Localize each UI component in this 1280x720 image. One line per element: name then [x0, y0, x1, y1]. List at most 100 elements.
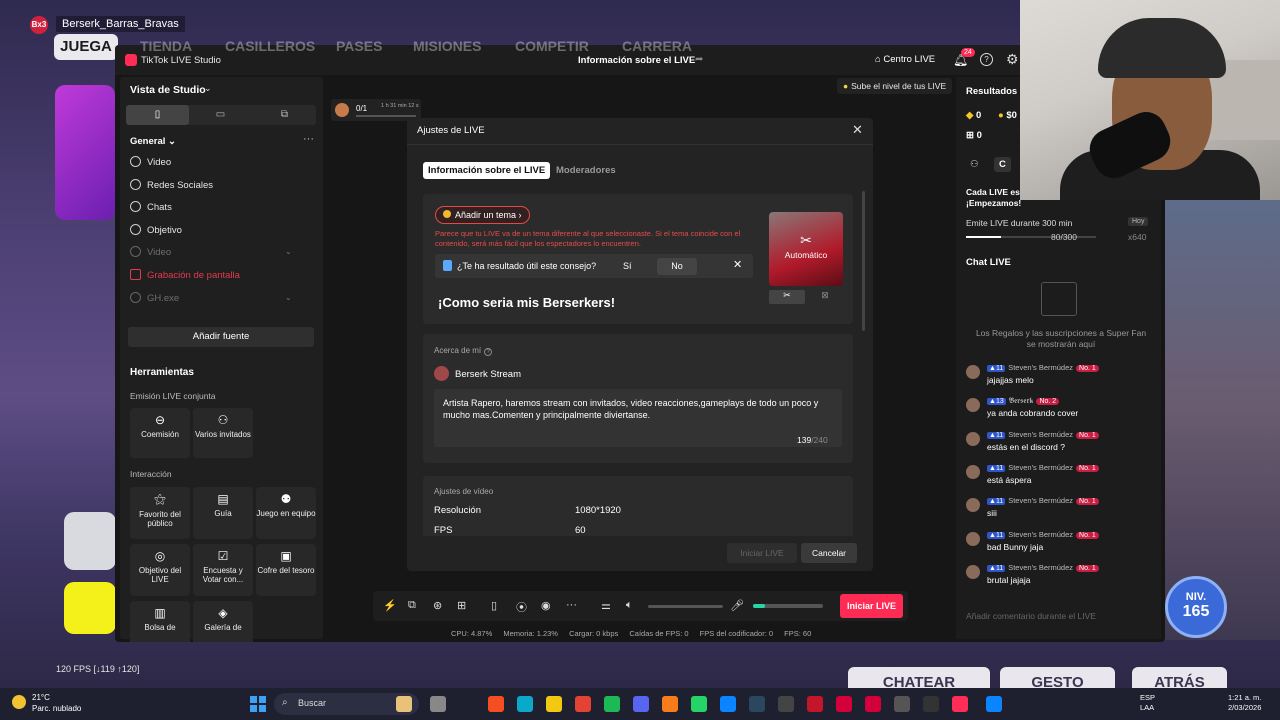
- system-tray[interactable]: ESP LAA: [1140, 693, 1155, 713]
- app-icon-2[interactable]: [986, 696, 1002, 712]
- studio-view-label[interactable]: Vista de Studio: [130, 84, 206, 96]
- tool-button[interactable]: ⊖ Coemisión: [130, 408, 190, 458]
- chat-username: Steven's Bermúdez: [1008, 363, 1074, 372]
- task-view-icon[interactable]: [430, 696, 446, 712]
- close-icon[interactable]: ✕: [852, 122, 863, 138]
- users-icon[interactable]: ⚇: [970, 159, 979, 170]
- game-nav-tab[interactable]: MISIONES: [413, 38, 481, 54]
- photos-icon[interactable]: [517, 696, 533, 712]
- source-item[interactable]: Objetivo: [130, 223, 182, 236]
- game-nav-tab[interactable]: PASES: [336, 38, 382, 54]
- chevron-down-icon[interactable]: ⌄: [204, 83, 212, 94]
- source-item[interactable]: GH.exe: [130, 291, 179, 304]
- adobe-icon[interactable]: [894, 696, 910, 712]
- source-item[interactable]: Chats: [130, 201, 172, 213]
- magic-wand-icon[interactable]: ⚡: [383, 599, 397, 612]
- source-item[interactable]: Video: [130, 246, 171, 258]
- level-up-hint[interactable]: ● Sube el nivel de tus LIVE: [837, 78, 953, 94]
- share-icon[interactable]: ➦: [695, 54, 703, 65]
- layers-icon[interactable]: ⧉: [408, 599, 416, 612]
- tool-button[interactable]: ⚉ Juego en equipo: [256, 487, 316, 539]
- capcut-icon[interactable]: [836, 696, 852, 712]
- record-icon[interactable]: ⦿: [516, 599, 527, 615]
- game-nav-tab[interactable]: COMPETIR: [515, 38, 589, 54]
- whatsapp-icon[interactable]: [720, 696, 736, 712]
- results-tab[interactable]: C: [994, 157, 1011, 172]
- cover-upload-button[interactable]: ⊠: [807, 290, 843, 304]
- folder-icon[interactable]: [575, 696, 591, 712]
- tab-moderators[interactable]: Moderadores: [556, 165, 616, 176]
- tip-no-button[interactable]: No: [657, 258, 697, 275]
- resolution-value[interactable]: 1080*1920: [575, 505, 621, 516]
- epic-icon[interactable]: [807, 696, 823, 712]
- widget-icon[interactable]: [396, 696, 412, 712]
- tool-button[interactable]: ▤ Guía: [193, 487, 253, 539]
- discord-icon[interactable]: [662, 696, 678, 712]
- microphone-icon[interactable]: 🎤︎: [730, 599, 744, 612]
- horizontal-layout-button[interactable]: ▭: [189, 105, 252, 125]
- tool-button[interactable]: ▣ Cofre del tesoro: [256, 544, 316, 596]
- tool-button[interactable]: ☑ Encuesta y Votar con...: [193, 544, 253, 596]
- source-item[interactable]: Redes Sociales: [130, 178, 213, 191]
- tool-button[interactable]: ▥ Bolsa de: [130, 601, 190, 642]
- source-item[interactable]: Grabación de pantalla: [130, 269, 240, 281]
- app-icon[interactable]: [749, 696, 765, 712]
- file-icon[interactable]: [488, 696, 504, 712]
- chat-input[interactable]: Añadir comentario durante el LIVE: [966, 611, 1096, 621]
- chevron-down-icon[interactable]: ⌄: [285, 247, 292, 256]
- help-icon[interactable]: ?: [980, 53, 993, 66]
- preview-goal-chip[interactable]: 0/1 1 h 31 min 12 s: [331, 99, 421, 121]
- edge-icon[interactable]: [546, 696, 562, 712]
- go-live-button[interactable]: Iniciar LIVE: [840, 594, 903, 618]
- cover-image[interactable]: ✂ Automático: [769, 212, 843, 286]
- tip-yes-button[interactable]: Sí: [623, 261, 632, 271]
- game-nav-juega[interactable]: JUEGA: [54, 34, 118, 60]
- game-icon[interactable]: [691, 696, 707, 712]
- windows-start-icon[interactable]: [250, 696, 266, 712]
- obs-icon[interactable]: [923, 696, 939, 712]
- chrome-icon[interactable]: [604, 696, 620, 712]
- add-theme-button[interactable]: Añadir un tema ›: [435, 206, 530, 224]
- tool-button[interactable]: ⚝ Favorito del público: [130, 487, 190, 539]
- camera-icon[interactable]: ◉: [541, 599, 551, 612]
- tf-icon[interactable]: [865, 696, 881, 712]
- tab-live-info[interactable]: Información sobre el LIVE: [423, 162, 551, 179]
- vertical-layout-button[interactable]: ▯: [126, 105, 189, 125]
- gear-icon[interactable]: ⚙: [1006, 51, 1019, 68]
- live-title-input[interactable]: ¡Como seria mis Berserkers!: [438, 295, 615, 310]
- game-nav-tab[interactable]: CARRERA: [622, 38, 692, 54]
- sliders-icon[interactable]: ⚌: [601, 599, 611, 612]
- speaker-volume-slider[interactable]: [648, 605, 723, 608]
- mic-volume-slider[interactable]: [753, 604, 823, 608]
- speaker-icon[interactable]: 🔈︎: [626, 599, 633, 612]
- dialog-footer: Iniciar LIVE Cancelar: [407, 536, 873, 571]
- cancel-button[interactable]: Cancelar: [801, 543, 857, 563]
- game-nav-tab[interactable]: CASILLEROS: [225, 38, 315, 54]
- tool-button[interactable]: ⚇ Varios invitados: [193, 408, 253, 458]
- source-item[interactable]: Video: [130, 156, 171, 168]
- effects-icon[interactable]: ⊛: [433, 599, 442, 612]
- bio-textarea[interactable]: Artista Rapero, haremos stream con invit…: [434, 389, 842, 447]
- general-scene-label[interactable]: General ⌄: [130, 136, 176, 147]
- more-icon[interactable]: ···: [566, 599, 577, 611]
- clock[interactable]: 1:21 a. m. 2/03/2026: [1228, 693, 1261, 713]
- kick-icon[interactable]: [633, 696, 649, 712]
- add-source-button[interactable]: Añadir fuente: [128, 327, 314, 347]
- tool-button[interactable]: ◈ Galería de: [193, 601, 253, 642]
- game-nav-tab[interactable]: TIENDA: [140, 38, 192, 54]
- phone-icon[interactable]: ▯: [491, 599, 497, 612]
- scrollbar[interactable]: [862, 191, 865, 331]
- add-media-icon[interactable]: ⊞: [457, 599, 466, 612]
- info-icon[interactable]: ?: [484, 348, 493, 356]
- more-options-icon[interactable]: ···: [303, 133, 314, 145]
- chevron-down-icon[interactable]: ⌄: [285, 293, 292, 302]
- close-icon[interactable]: ✕: [733, 258, 742, 271]
- dual-layout-button[interactable]: ⧉: [253, 105, 316, 125]
- tool-button[interactable]: ◎ Objetivo del LIVE: [130, 544, 190, 596]
- tiktok-icon[interactable]: [952, 696, 968, 712]
- steam-icon[interactable]: [778, 696, 794, 712]
- cover-auto-button[interactable]: ✂: [769, 290, 805, 304]
- centro-live-button[interactable]: ⌂ Centro LIVE: [875, 54, 935, 65]
- fps-value[interactable]: 60: [575, 525, 586, 536]
- start-live-button[interactable]: Iniciar LIVE: [727, 543, 797, 563]
